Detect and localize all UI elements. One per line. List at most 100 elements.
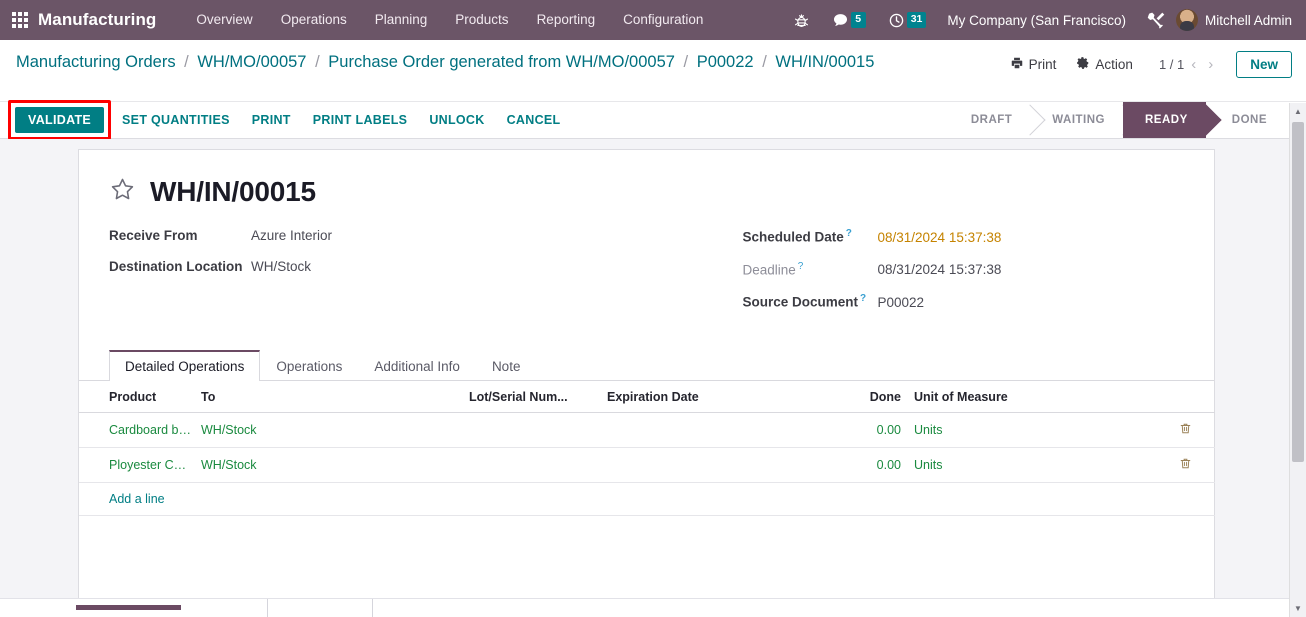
field-receive-from: Receive From Azure Interior — [109, 228, 650, 243]
cell-product[interactable]: Ployester Covers — [79, 447, 197, 483]
print-button-label: Print — [1028, 57, 1057, 72]
menu-item-planning[interactable]: Planning — [361, 0, 442, 40]
unlock-button[interactable]: UNLOCK — [418, 107, 495, 133]
messages-systray[interactable]: 5 — [821, 0, 877, 40]
breadcrumb-item-3[interactable]: P00022 — [697, 53, 754, 71]
status-stage-draft[interactable]: DRAFT — [948, 102, 1031, 138]
cell-to[interactable]: WH/Stock — [197, 412, 465, 448]
status-action-bar: VALIDATE SET QUANTITIES PRINT PRINT LABE… — [0, 100, 1306, 140]
bottom-cell-3[interactable] — [373, 599, 1306, 617]
menu-item-products[interactable]: Products — [441, 0, 522, 40]
bottom-partial-bar — [0, 598, 1306, 617]
table-row[interactable]: Ployester Covers WH/Stock 0.00 Units — [79, 447, 1215, 483]
form-content-area: WH/IN/00015 Receive From Azure Interior … — [0, 139, 1306, 609]
cell-to[interactable]: WH/Stock — [197, 447, 465, 483]
bug-icon[interactable] — [782, 0, 821, 40]
triangle-down-icon[interactable]: ▼ — [1290, 600, 1306, 617]
record-title-row: WH/IN/00015 — [109, 176, 1190, 208]
cell-delete — [1155, 412, 1215, 448]
user-avatar[interactable] — [1175, 9, 1198, 31]
record-action-buttons: VALIDATE SET QUANTITIES PRINT PRINT LABE… — [8, 100, 572, 140]
trash-icon[interactable] — [1179, 423, 1192, 438]
action-button-label: Action — [1095, 57, 1133, 72]
printer-icon — [1010, 56, 1024, 73]
table-row[interactable]: Cardboard boxes WH/Stock 0.00 Units — [79, 412, 1215, 448]
print-labels-button[interactable]: PRINT LABELS — [302, 107, 419, 133]
menu-item-overview[interactable]: Overview — [182, 0, 266, 40]
breadcrumb-item-1[interactable]: WH/MO/00057 — [197, 53, 306, 71]
breadcrumb-item-0[interactable]: Manufacturing Orders — [16, 53, 176, 71]
notebook-tabs: Detailed Operations Operations Additiona… — [79, 349, 1214, 381]
tab-detailed-operations[interactable]: Detailed Operations — [109, 349, 261, 381]
chevron-right-icon[interactable]: › — [1203, 57, 1218, 72]
breadcrumb-separator: / — [762, 53, 767, 71]
main-menu: Overview Operations Planning Products Re… — [182, 0, 717, 40]
bottom-cell-2[interactable] — [268, 599, 373, 617]
cell-expiration-date[interactable] — [603, 447, 845, 483]
column-header-lot-serial: Lot/Serial Num... — [465, 380, 603, 413]
pager-value[interactable]: 1 / 1 — [1159, 57, 1184, 72]
activities-systray[interactable]: 31 — [877, 0, 938, 40]
validate-button[interactable]: VALIDATE — [15, 107, 105, 133]
chevron-left-icon[interactable]: ‹ — [1186, 57, 1201, 72]
vertical-scrollbar[interactable]: ▲ ▼ — [1289, 103, 1306, 617]
menu-item-operations[interactable]: Operations — [267, 0, 361, 40]
cancel-button[interactable]: CANCEL — [496, 107, 572, 133]
empty-cell — [79, 515, 1215, 603]
triangle-up-icon[interactable]: ▲ — [1290, 103, 1306, 120]
cell-lot-serial[interactable] — [465, 412, 603, 448]
field-value-scheduled-date[interactable]: 08/31/2024 15:37:38 — [878, 230, 1002, 245]
table-empty-space — [79, 515, 1215, 603]
pager: 1 / 1 ‹ › — [1159, 57, 1218, 72]
field-label-scheduled-date: Scheduled Date? — [743, 228, 878, 245]
field-source-document: Source Document? P00022 — [743, 293, 1191, 310]
company-switcher[interactable]: My Company (San Francisco) — [937, 13, 1136, 28]
breadcrumb-item-2[interactable]: Purchase Order generated from WH/MO/0005… — [328, 53, 675, 71]
new-button[interactable]: New — [1236, 51, 1292, 78]
cell-expiration-date[interactable] — [603, 412, 845, 448]
cell-done[interactable]: 0.00 — [845, 412, 905, 448]
validate-highlight-annotation: VALIDATE — [8, 100, 112, 140]
messages-count-badge: 5 — [850, 12, 866, 28]
tab-note[interactable]: Note — [476, 350, 537, 381]
tab-operations[interactable]: Operations — [260, 350, 358, 381]
bottom-active-tab-indicator — [76, 605, 181, 610]
cell-product[interactable]: Cardboard boxes — [79, 412, 197, 448]
scrollbar-thumb[interactable] — [1292, 122, 1304, 462]
field-label-text: Deadline — [742, 262, 796, 277]
trash-icon[interactable] — [1179, 458, 1192, 473]
print-action-button[interactable]: PRINT — [241, 107, 302, 133]
cell-done[interactable]: 0.00 — [845, 447, 905, 483]
form-column-right: Scheduled Date? 08/31/2024 15:37:38 Dead… — [650, 228, 1191, 326]
star-outline-icon[interactable] — [109, 176, 136, 208]
tab-additional-info[interactable]: Additional Info — [358, 350, 476, 381]
control-panel: Manufacturing Orders / WH/MO/00057 / Pur… — [0, 40, 1306, 102]
field-value-deadline[interactable]: 08/31/2024 15:37:38 — [878, 262, 1002, 277]
column-header-expiration-date: Expiration Date — [603, 380, 845, 413]
breadcrumb-separator: / — [315, 53, 320, 71]
help-tooltip-icon[interactable]: ? — [798, 261, 804, 272]
action-button[interactable]: Action — [1066, 52, 1143, 77]
column-header-to: To — [197, 380, 465, 413]
print-button[interactable]: Print — [1000, 52, 1067, 77]
app-brand-manufacturing[interactable]: Manufacturing — [38, 10, 156, 30]
field-value-destination-location[interactable]: WH/Stock — [251, 259, 311, 274]
bottom-cell-1[interactable] — [0, 599, 268, 617]
cell-unit-of-measure[interactable]: Units — [905, 412, 1155, 448]
help-tooltip-icon[interactable]: ? — [860, 293, 866, 304]
breadcrumb-separator: / — [184, 53, 189, 71]
menu-item-configuration[interactable]: Configuration — [609, 0, 717, 40]
cell-unit-of-measure[interactable]: Units — [905, 447, 1155, 483]
cell-lot-serial[interactable] — [465, 447, 603, 483]
status-stage-ready[interactable]: READY — [1123, 102, 1206, 138]
user-menu-name[interactable]: Mitchell Admin — [1205, 13, 1296, 28]
breadcrumb-separator: / — [683, 53, 689, 71]
apps-grid-icon[interactable] — [12, 12, 28, 28]
wrench-screwdriver-icon[interactable] — [1136, 0, 1176, 40]
field-value-source-document[interactable]: P00022 — [878, 295, 925, 310]
set-quantities-button[interactable]: SET QUANTITIES — [111, 107, 241, 133]
menu-item-reporting[interactable]: Reporting — [523, 0, 610, 40]
help-tooltip-icon[interactable]: ? — [846, 228, 852, 239]
add-a-line-button[interactable]: Add a line — [109, 492, 165, 506]
field-value-receive-from[interactable]: Azure Interior — [251, 228, 332, 243]
